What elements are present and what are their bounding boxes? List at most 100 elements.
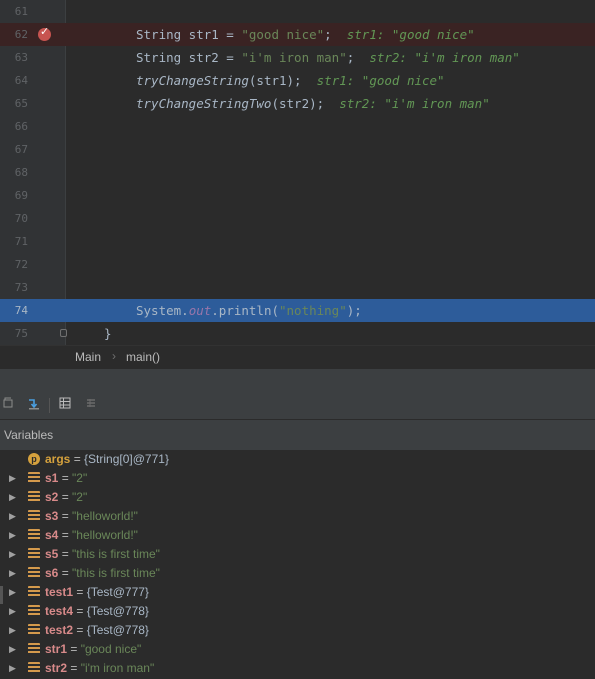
code-line-71[interactable]: 71	[0, 230, 595, 253]
breadcrumb: Main › main()	[0, 345, 595, 370]
line-number: 67	[14, 143, 28, 156]
parameter-icon: p	[28, 453, 40, 465]
line-number: 68	[14, 166, 28, 179]
code-line-62[interactable]: 62 String str1 = "good nice"; str1: "goo…	[0, 23, 595, 46]
field-icon	[28, 510, 40, 522]
code-line-65[interactable]: 65 tryChangeStringTwo(str2); str2: "i'm …	[0, 92, 595, 115]
field-icon	[28, 605, 40, 617]
variable-row[interactable]: ▶ str1 = "good nice"	[0, 640, 595, 659]
expand-arrow-icon[interactable]: ▶	[9, 621, 16, 640]
line-number: 66	[14, 120, 28, 133]
variable-row[interactable]: ▶ s3 = "helloworld!"	[0, 507, 595, 526]
breadcrumb-separator: ›	[112, 349, 116, 363]
variable-text: test1 = {Test@777}	[45, 585, 149, 599]
inline-value-hint: str2: "i'm iron man"	[339, 96, 490, 111]
panel-edge-marker	[0, 586, 3, 604]
field-icon	[28, 548, 40, 560]
closing-brace: }	[104, 326, 112, 341]
expand-arrow-icon[interactable]: ▶	[9, 507, 16, 526]
expand-arrow-icon[interactable]: ▶	[9, 583, 16, 602]
variable-row[interactable]: ▶ s5 = "this is first time"	[0, 545, 595, 564]
expand-arrow-icon[interactable]: ▶	[9, 564, 16, 583]
code-line-72[interactable]: 72	[0, 253, 595, 276]
inline-value-hint: str1: "good nice"	[316, 73, 445, 88]
code-text: System.out.println("nothing");	[136, 303, 362, 318]
variable-text: s1 = "2"	[45, 471, 88, 485]
variable-text: str1 = "good nice"	[45, 642, 142, 656]
variable-row[interactable]: ▶ s1 = "2"	[0, 469, 595, 488]
variable-row[interactable]: ▶ test4 = {Test@778}	[0, 602, 595, 621]
line-number: 75	[14, 327, 28, 340]
variables-title: Variables	[4, 428, 54, 442]
field-icon	[28, 529, 40, 541]
variable-row[interactable]: ▶ s6 = "this is first time"	[0, 564, 595, 583]
variable-row[interactable]: ▶ str2 = "i'm iron man"	[0, 659, 595, 678]
code-line-64[interactable]: 64 tryChangeString(str1); str1: "good ni…	[0, 69, 595, 92]
variable-text: args = {String[0]@771}	[45, 452, 169, 466]
field-icon	[28, 567, 40, 579]
code-editor[interactable]: 61 62 String str1 = "good nice"; str1: "…	[0, 0, 595, 345]
inline-value-hint: str1: "good nice"	[346, 27, 475, 42]
line-number: 69	[14, 189, 28, 202]
table-view-icon[interactable]	[57, 397, 73, 413]
code-line-70[interactable]: 70	[0, 207, 595, 230]
line-number: 70	[14, 212, 28, 225]
field-icon	[28, 643, 40, 655]
line-number: 71	[14, 235, 28, 248]
variables-tree[interactable]: p args = {String[0]@771} ▶ s1 = "2" ▶ s2…	[0, 450, 595, 679]
line-number: 72	[14, 258, 28, 271]
code-line-67[interactable]: 67	[0, 138, 595, 161]
code-text: String str1 = "good nice"; str1: "good n…	[136, 27, 475, 42]
fold-marker-icon[interactable]	[60, 329, 67, 337]
restore-layout-icon[interactable]	[0, 397, 16, 413]
line-number: 63	[14, 51, 28, 64]
code-line-75[interactable]: 75 }	[0, 322, 595, 345]
expand-arrow-icon[interactable]: ▶	[9, 640, 16, 659]
debug-toolbar	[0, 393, 595, 420]
variable-row[interactable]: ▶ test1 = {Test@777}	[0, 583, 595, 602]
breadcrumb-class[interactable]: Main	[75, 350, 101, 364]
expand-arrow-icon[interactable]: ▶	[9, 545, 16, 564]
expand-arrow-icon[interactable]: ▶	[9, 469, 16, 488]
variable-row[interactable]: ▶ s4 = "helloworld!"	[0, 526, 595, 545]
line-number: 65	[14, 97, 28, 110]
expand-arrow-icon[interactable]: ▶	[9, 488, 16, 507]
variables-panel-header: Variables	[0, 420, 595, 451]
expand-arrow-icon[interactable]: ▶	[9, 526, 16, 545]
variable-text: s3 = "helloworld!"	[45, 509, 138, 523]
line-number: 64	[14, 74, 28, 87]
breakpoint-icon[interactable]	[38, 25, 51, 41]
line-number: 74	[14, 304, 28, 317]
variable-row[interactable]: ▶ s2 = "2"	[0, 488, 595, 507]
code-line-63[interactable]: 63 String str2 = "i'm iron man"; str2: "…	[0, 46, 595, 69]
variable-text: s4 = "helloworld!"	[45, 528, 138, 542]
field-icon	[28, 624, 40, 636]
expand-arrow-icon[interactable]: ▶	[9, 659, 16, 678]
code-line-69[interactable]: 69	[0, 184, 595, 207]
variable-text: test4 = {Test@778}	[45, 604, 149, 618]
expand-arrow-icon[interactable]: ▶	[9, 602, 16, 621]
code-line-61[interactable]: 61	[0, 0, 595, 23]
code-line-66[interactable]: 66	[0, 115, 595, 138]
variable-text: test2 = {Test@778}	[45, 623, 149, 637]
code-text: tryChangeString(str1); str1: "good nice"	[136, 73, 445, 88]
debug-panel-header	[0, 369, 595, 393]
variable-text: s5 = "this is first time"	[45, 547, 160, 561]
variable-row[interactable]: ▶ test2 = {Test@778}	[0, 621, 595, 640]
variable-row[interactable]: p args = {String[0]@771}	[0, 450, 595, 469]
line-number: 73	[14, 281, 28, 294]
field-icon	[28, 472, 40, 484]
line-number: 62	[14, 28, 28, 41]
variable-text: str2 = "i'm iron man"	[45, 661, 155, 675]
watches-icon[interactable]	[83, 397, 99, 413]
code-line-68[interactable]: 68	[0, 161, 595, 184]
code-text: String str2 = "i'm iron man"; str2: "i'm…	[136, 50, 520, 65]
step-into-icon[interactable]	[26, 397, 42, 413]
code-line-73[interactable]: 73	[0, 276, 595, 299]
inline-value-hint: str2: "i'm iron man"	[369, 50, 520, 65]
toolbar-separator	[49, 398, 50, 413]
field-icon	[28, 586, 40, 598]
code-line-74-execution-point[interactable]: 74 System.out.println("nothing");	[0, 299, 595, 322]
breadcrumb-method[interactable]: main()	[126, 350, 160, 364]
field-icon	[28, 662, 40, 674]
